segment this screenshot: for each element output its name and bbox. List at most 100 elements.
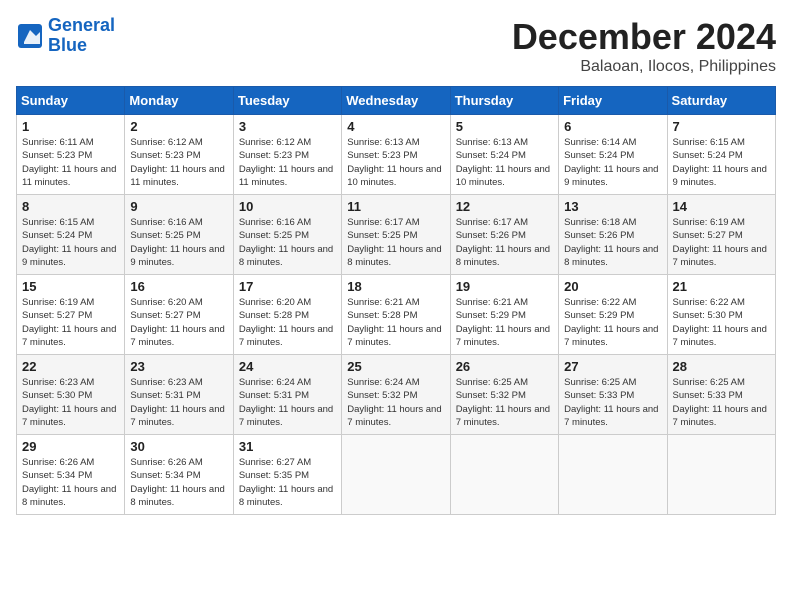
calendar-cell: 3 Sunrise: 6:12 AMSunset: 5:23 PMDayligh…	[233, 115, 341, 195]
day-info: Sunrise: 6:19 AMSunset: 5:27 PMDaylight:…	[22, 296, 119, 349]
day-info: Sunrise: 6:21 AMSunset: 5:29 PMDaylight:…	[456, 296, 553, 349]
day-info: Sunrise: 6:22 AMSunset: 5:30 PMDaylight:…	[673, 296, 770, 349]
day-number: 2	[130, 119, 227, 134]
calendar-cell: 8 Sunrise: 6:15 AMSunset: 5:24 PMDayligh…	[17, 195, 125, 275]
col-tuesday: Tuesday	[233, 87, 341, 115]
day-number: 15	[22, 279, 119, 294]
calendar-cell: 5 Sunrise: 6:13 AMSunset: 5:24 PMDayligh…	[450, 115, 558, 195]
day-number: 10	[239, 199, 336, 214]
day-info: Sunrise: 6:27 AMSunset: 5:35 PMDaylight:…	[239, 456, 336, 509]
calendar-cell: 13 Sunrise: 6:18 AMSunset: 5:26 PMDaylig…	[559, 195, 667, 275]
day-number: 21	[673, 279, 770, 294]
logo: General Blue	[16, 16, 115, 56]
day-info: Sunrise: 6:15 AMSunset: 5:24 PMDaylight:…	[22, 216, 119, 269]
calendar-row: 29 Sunrise: 6:26 AMSunset: 5:34 PMDaylig…	[17, 435, 776, 515]
day-number: 5	[456, 119, 553, 134]
calendar-cell: 7 Sunrise: 6:15 AMSunset: 5:24 PMDayligh…	[667, 115, 775, 195]
calendar-cell: 15 Sunrise: 6:19 AMSunset: 5:27 PMDaylig…	[17, 275, 125, 355]
day-info: Sunrise: 6:18 AMSunset: 5:26 PMDaylight:…	[564, 216, 661, 269]
day-number: 26	[456, 359, 553, 374]
calendar-cell: 31 Sunrise: 6:27 AMSunset: 5:35 PMDaylig…	[233, 435, 341, 515]
calendar-row: 8 Sunrise: 6:15 AMSunset: 5:24 PMDayligh…	[17, 195, 776, 275]
day-number: 4	[347, 119, 444, 134]
calendar-row: 22 Sunrise: 6:23 AMSunset: 5:30 PMDaylig…	[17, 355, 776, 435]
day-number: 23	[130, 359, 227, 374]
day-number: 20	[564, 279, 661, 294]
page-header: General Blue December 2024 Balaoan, Iloc…	[16, 16, 776, 76]
day-info: Sunrise: 6:20 AMSunset: 5:28 PMDaylight:…	[239, 296, 336, 349]
day-info: Sunrise: 6:14 AMSunset: 5:24 PMDaylight:…	[564, 136, 661, 189]
calendar-cell	[667, 435, 775, 515]
col-thursday: Thursday	[450, 87, 558, 115]
day-number: 6	[564, 119, 661, 134]
calendar-cell: 1 Sunrise: 6:11 AMSunset: 5:23 PMDayligh…	[17, 115, 125, 195]
day-info: Sunrise: 6:16 AMSunset: 5:25 PMDaylight:…	[130, 216, 227, 269]
calendar-cell: 26 Sunrise: 6:25 AMSunset: 5:32 PMDaylig…	[450, 355, 558, 435]
logo-icon	[16, 22, 44, 50]
day-info: Sunrise: 6:13 AMSunset: 5:24 PMDaylight:…	[456, 136, 553, 189]
day-info: Sunrise: 6:26 AMSunset: 5:34 PMDaylight:…	[22, 456, 119, 509]
day-info: Sunrise: 6:21 AMSunset: 5:28 PMDaylight:…	[347, 296, 444, 349]
day-info: Sunrise: 6:23 AMSunset: 5:30 PMDaylight:…	[22, 376, 119, 429]
day-number: 8	[22, 199, 119, 214]
day-info: Sunrise: 6:25 AMSunset: 5:33 PMDaylight:…	[564, 376, 661, 429]
day-info: Sunrise: 6:22 AMSunset: 5:29 PMDaylight:…	[564, 296, 661, 349]
day-info: Sunrise: 6:12 AMSunset: 5:23 PMDaylight:…	[239, 136, 336, 189]
calendar-cell: 29 Sunrise: 6:26 AMSunset: 5:34 PMDaylig…	[17, 435, 125, 515]
day-info: Sunrise: 6:25 AMSunset: 5:33 PMDaylight:…	[673, 376, 770, 429]
logo-text: General Blue	[48, 16, 115, 56]
day-number: 16	[130, 279, 227, 294]
day-info: Sunrise: 6:17 AMSunset: 5:25 PMDaylight:…	[347, 216, 444, 269]
day-number: 24	[239, 359, 336, 374]
day-info: Sunrise: 6:26 AMSunset: 5:34 PMDaylight:…	[130, 456, 227, 509]
col-sunday: Sunday	[17, 87, 125, 115]
day-number: 22	[22, 359, 119, 374]
col-saturday: Saturday	[667, 87, 775, 115]
calendar-subtitle: Balaoan, Ilocos, Philippines	[512, 58, 776, 76]
day-number: 17	[239, 279, 336, 294]
day-number: 9	[130, 199, 227, 214]
day-number: 11	[347, 199, 444, 214]
calendar-cell: 27 Sunrise: 6:25 AMSunset: 5:33 PMDaylig…	[559, 355, 667, 435]
day-number: 1	[22, 119, 119, 134]
calendar-cell: 2 Sunrise: 6:12 AMSunset: 5:23 PMDayligh…	[125, 115, 233, 195]
day-number: 29	[22, 439, 119, 454]
calendar-cell: 17 Sunrise: 6:20 AMSunset: 5:28 PMDaylig…	[233, 275, 341, 355]
calendar-header-row: Sunday Monday Tuesday Wednesday Thursday…	[17, 87, 776, 115]
calendar-title: December 2024	[512, 16, 776, 58]
day-info: Sunrise: 6:12 AMSunset: 5:23 PMDaylight:…	[130, 136, 227, 189]
calendar-cell: 21 Sunrise: 6:22 AMSunset: 5:30 PMDaylig…	[667, 275, 775, 355]
day-number: 27	[564, 359, 661, 374]
day-info: Sunrise: 6:20 AMSunset: 5:27 PMDaylight:…	[130, 296, 227, 349]
calendar-cell: 9 Sunrise: 6:16 AMSunset: 5:25 PMDayligh…	[125, 195, 233, 275]
day-number: 25	[347, 359, 444, 374]
calendar-row: 15 Sunrise: 6:19 AMSunset: 5:27 PMDaylig…	[17, 275, 776, 355]
day-number: 28	[673, 359, 770, 374]
col-wednesday: Wednesday	[342, 87, 450, 115]
day-number: 18	[347, 279, 444, 294]
calendar-cell: 30 Sunrise: 6:26 AMSunset: 5:34 PMDaylig…	[125, 435, 233, 515]
calendar-cell: 24 Sunrise: 6:24 AMSunset: 5:31 PMDaylig…	[233, 355, 341, 435]
calendar-cell: 25 Sunrise: 6:24 AMSunset: 5:32 PMDaylig…	[342, 355, 450, 435]
day-number: 31	[239, 439, 336, 454]
calendar-cell: 10 Sunrise: 6:16 AMSunset: 5:25 PMDaylig…	[233, 195, 341, 275]
calendar-cell: 14 Sunrise: 6:19 AMSunset: 5:27 PMDaylig…	[667, 195, 775, 275]
calendar-cell: 12 Sunrise: 6:17 AMSunset: 5:26 PMDaylig…	[450, 195, 558, 275]
day-info: Sunrise: 6:13 AMSunset: 5:23 PMDaylight:…	[347, 136, 444, 189]
day-info: Sunrise: 6:17 AMSunset: 5:26 PMDaylight:…	[456, 216, 553, 269]
day-info: Sunrise: 6:25 AMSunset: 5:32 PMDaylight:…	[456, 376, 553, 429]
calendar-row: 1 Sunrise: 6:11 AMSunset: 5:23 PMDayligh…	[17, 115, 776, 195]
day-info: Sunrise: 6:11 AMSunset: 5:23 PMDaylight:…	[22, 136, 119, 189]
calendar-cell: 20 Sunrise: 6:22 AMSunset: 5:29 PMDaylig…	[559, 275, 667, 355]
calendar-cell: 11 Sunrise: 6:17 AMSunset: 5:25 PMDaylig…	[342, 195, 450, 275]
calendar-cell: 23 Sunrise: 6:23 AMSunset: 5:31 PMDaylig…	[125, 355, 233, 435]
calendar-cell: 6 Sunrise: 6:14 AMSunset: 5:24 PMDayligh…	[559, 115, 667, 195]
calendar-cell	[342, 435, 450, 515]
day-info: Sunrise: 6:16 AMSunset: 5:25 PMDaylight:…	[239, 216, 336, 269]
day-number: 13	[564, 199, 661, 214]
calendar-cell: 18 Sunrise: 6:21 AMSunset: 5:28 PMDaylig…	[342, 275, 450, 355]
calendar-cell	[450, 435, 558, 515]
day-info: Sunrise: 6:24 AMSunset: 5:31 PMDaylight:…	[239, 376, 336, 429]
calendar-cell: 4 Sunrise: 6:13 AMSunset: 5:23 PMDayligh…	[342, 115, 450, 195]
day-info: Sunrise: 6:19 AMSunset: 5:27 PMDaylight:…	[673, 216, 770, 269]
